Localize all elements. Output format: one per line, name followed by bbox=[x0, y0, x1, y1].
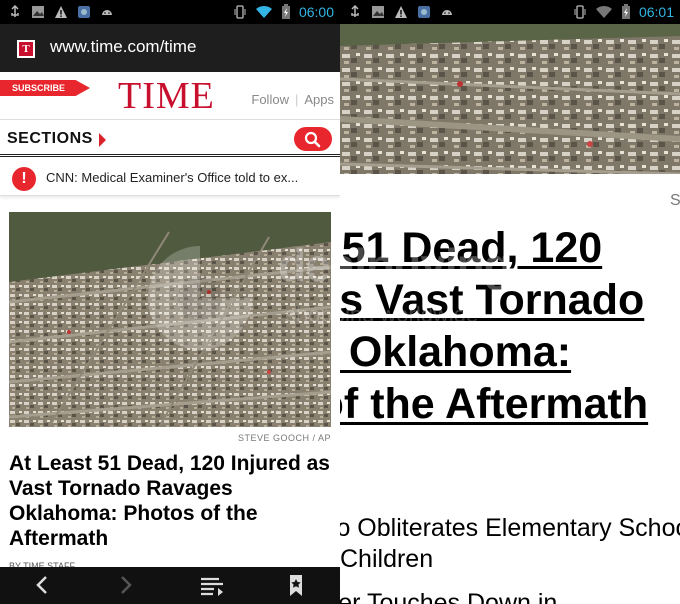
back-button[interactable] bbox=[22, 571, 62, 600]
reader-icon bbox=[201, 577, 223, 596]
article-headline[interactable]: At Least 51 Dead, 120 Injured as Vast To… bbox=[9, 451, 339, 551]
usb-icon bbox=[11, 5, 19, 17]
zoomed-article-photo[interactable] bbox=[340, 24, 680, 174]
search-button[interactable] bbox=[294, 127, 332, 151]
browser-url-bar[interactable]: T www.time.com/time bbox=[0, 24, 340, 72]
gallery-icon bbox=[418, 6, 430, 18]
search-icon bbox=[304, 131, 321, 148]
related-link-line-1: Tornado Obliterates Elementary School bbox=[340, 514, 680, 542]
battery-charging-icon bbox=[621, 4, 630, 19]
image-notification-icon bbox=[372, 6, 384, 18]
android-icon bbox=[102, 10, 112, 15]
link-divider: | bbox=[294, 92, 299, 107]
masthead-links: Follow | Apps bbox=[251, 92, 334, 107]
article-photo[interactable] bbox=[9, 212, 331, 427]
android-icon bbox=[442, 10, 452, 15]
site-masthead: SUBSCRIBE TIME Follow | Apps bbox=[0, 72, 340, 120]
tornado-damage-photo bbox=[340, 24, 680, 174]
time-logo[interactable]: TIME bbox=[118, 76, 215, 116]
url-text[interactable]: www.time.com/time bbox=[50, 37, 196, 57]
alert-icon: ! bbox=[12, 167, 36, 191]
gallery-icon bbox=[78, 6, 90, 18]
photo-credit: STEVE GOOCH / AP bbox=[237, 433, 331, 443]
wifi-icon bbox=[255, 5, 272, 18]
status-bar: 06:01 bbox=[340, 0, 680, 24]
zoomed-related-link[interactable]: Tornado Obliterates Elementary School Ch… bbox=[340, 513, 680, 575]
related-link-line-2: Children bbox=[340, 545, 434, 573]
chevron-right-icon bbox=[121, 576, 132, 594]
usb-icon bbox=[351, 5, 359, 17]
follow-link[interactable]: Follow bbox=[251, 92, 289, 107]
left-screen: 06:00 T www.time.com/time SUBSCRIBE TIME… bbox=[0, 0, 340, 604]
sections-bar: SECTIONS bbox=[0, 121, 340, 157]
status-bar: 06:00 bbox=[0, 0, 340, 24]
sections-menu-button[interactable]: SECTIONS bbox=[7, 130, 93, 148]
wifi-icon bbox=[595, 5, 612, 18]
apps-link[interactable]: Apps bbox=[304, 92, 334, 107]
browser-nav-bar bbox=[0, 567, 340, 604]
battery-charging-icon bbox=[281, 4, 290, 19]
right-screen: 06:01 S At Least 51 Dead, 120 Inju bbox=[340, 0, 680, 604]
bookmark-star-icon bbox=[290, 575, 302, 596]
vibrate-icon bbox=[574, 5, 586, 19]
image-notification-icon bbox=[32, 6, 44, 18]
clock: 06:00 bbox=[298, 4, 334, 20]
tornado-damage-photo bbox=[9, 212, 331, 427]
warning-icon bbox=[395, 6, 407, 18]
clock: 06:01 bbox=[638, 4, 674, 20]
caret-right-icon bbox=[99, 133, 106, 147]
zoomed-related-link-2[interactable]: Photos: Twister Touches Down in bbox=[340, 588, 557, 604]
bookmark-button[interactable] bbox=[276, 571, 316, 600]
zoomed-text-fragment: S bbox=[670, 192, 680, 209]
reader-mode-button[interactable] bbox=[192, 571, 232, 600]
zoomed-article-headline[interactable]: At Least 51 Dead, 120 Injured as Vast To… bbox=[340, 222, 680, 430]
vibrate-icon bbox=[234, 5, 246, 19]
subscribe-button[interactable]: SUBSCRIBE bbox=[0, 80, 90, 96]
breaking-news-bar[interactable]: ! CNN: Medical Examiner's Office told to… bbox=[0, 162, 340, 196]
warning-icon bbox=[55, 6, 67, 18]
chevron-left-icon bbox=[36, 576, 47, 594]
site-favicon: T bbox=[17, 40, 35, 58]
forward-button[interactable] bbox=[106, 571, 146, 600]
breaking-news-text[interactable]: CNN: Medical Examiner's Office told to e… bbox=[46, 170, 298, 185]
